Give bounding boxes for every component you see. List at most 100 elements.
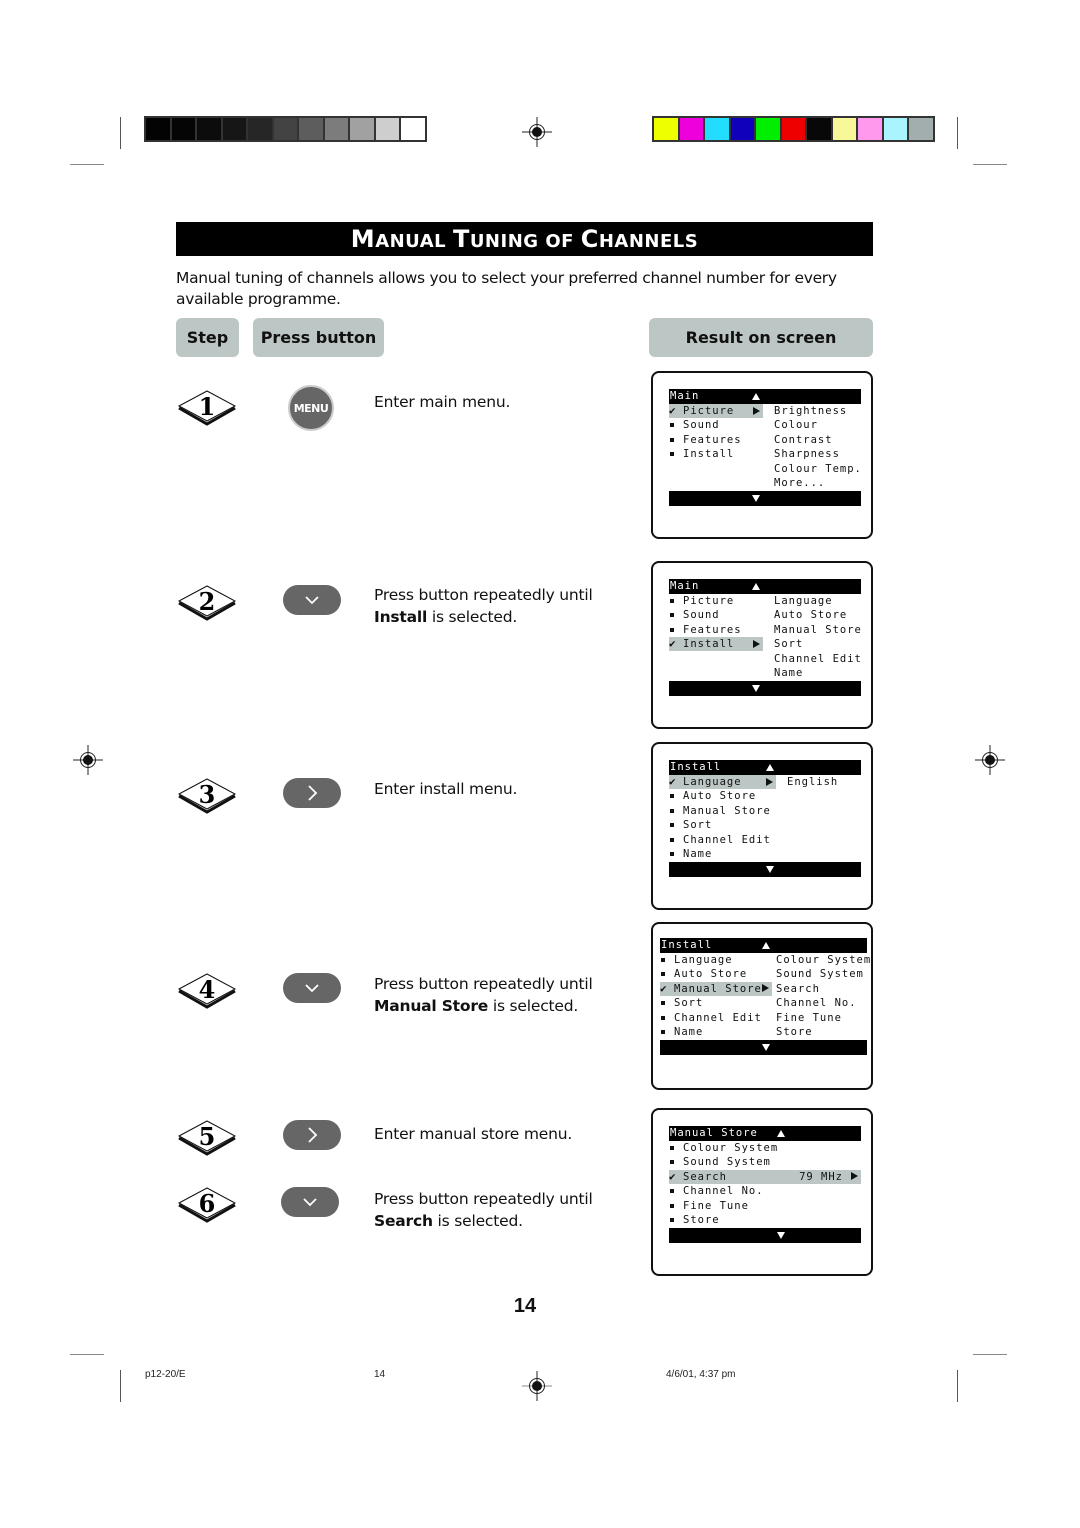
step-number-diamond: 4 [177, 973, 237, 1009]
osd-menu-item-label: Search [683, 1170, 727, 1183]
crop-mark [957, 117, 958, 149]
right-button[interactable] [283, 1120, 341, 1150]
step-instruction-text: Enter main menu. [374, 393, 511, 411]
osd-menu-item: Sound System [669, 1155, 861, 1169]
osd-menu-item-label: Channel No. [683, 1185, 764, 1198]
bullet-icon [670, 613, 674, 618]
osd-menu-item-label: Name [683, 848, 713, 860]
osd-submenu-item: Colour Temp. [774, 462, 862, 475]
down-arrow-icon [303, 1198, 317, 1207]
osd-bottom-bar [669, 681, 861, 697]
osd-submenu-item: Channel No. [776, 997, 857, 1010]
osd-submenu-item: Channel Edit [774, 652, 862, 665]
color-calibration-bar [652, 116, 935, 142]
color-swatch [375, 118, 399, 140]
title-word: OF [545, 231, 574, 252]
bullet-icon [670, 808, 674, 813]
osd-menu-item: Auto Store [669, 789, 776, 803]
bullet-icon [670, 437, 674, 442]
step-number-diamond: 3 [177, 778, 237, 814]
osd-menu-item: ✔ Language [669, 775, 776, 789]
color-swatch [807, 118, 831, 140]
down-button[interactable] [281, 1187, 339, 1217]
osd-title: Main [670, 390, 700, 402]
osd-title-bar: Install [669, 760, 861, 775]
bullet-icon [661, 1015, 665, 1020]
color-swatch [909, 118, 933, 140]
osd-title: Install [661, 939, 713, 951]
osd-bottom-bar [669, 491, 861, 507]
osd-menu-item: ✔ Install [669, 637, 763, 652]
color-swatch [299, 118, 323, 140]
checkmark-icon: ✔ [669, 637, 677, 651]
osd-title: Manual Store [670, 1127, 758, 1139]
bullet-icon [670, 1189, 674, 1194]
osd-submenu-item: Colour [774, 419, 818, 432]
bullet-icon [661, 1030, 665, 1034]
registration-mark-icon [975, 745, 1005, 775]
osd-menu-item: ✔ Search 79 MHz [669, 1169, 861, 1184]
osd-menu-item: Sort [669, 818, 776, 832]
checkmark-icon: ✔ [669, 404, 677, 417]
step-instruction: Press button repeatedly until Manual Stor… [374, 973, 593, 1017]
right-button[interactable] [283, 778, 341, 808]
osd-submenu-item: Sort [774, 638, 804, 651]
registration-mark-icon [522, 1371, 552, 1401]
osd-menu-item: Language [660, 953, 772, 967]
down-button[interactable] [283, 585, 341, 615]
down-button[interactable] [283, 973, 341, 1003]
scroll-up-icon [752, 393, 760, 400]
scroll-up-icon [762, 942, 770, 949]
osd-menu-item: Fine Tune [669, 1199, 861, 1213]
osd-menu-item-label: Install [683, 638, 735, 651]
tv-screen-preview: Main ✔ Picture Sound Features Install Brightne… [651, 371, 873, 539]
submenu-arrow-icon [753, 639, 760, 648]
color-swatch [705, 118, 729, 140]
osd-value: 79 MHz [799, 1170, 843, 1183]
step-number: 4 [199, 975, 216, 1004]
checkmark-icon: ✔ [669, 1169, 677, 1183]
osd-menu-item: Name [660, 1025, 772, 1039]
osd-submenu-item: Auto Store [774, 609, 848, 622]
osd-menu-item: Sort [660, 996, 772, 1010]
submenu-arrow-icon [851, 1172, 858, 1181]
color-swatch [654, 118, 678, 140]
osd-menu-item-label: Sound [683, 609, 720, 622]
color-swatch [171, 118, 195, 140]
step-instruction: Press button repeatedly until Search is s… [374, 1188, 593, 1232]
osd-submenu-item: Brightness [774, 405, 848, 417]
bullet-icon [670, 1146, 674, 1150]
bullet-icon [670, 1218, 674, 1222]
page-title: MANUAL TUNING OF CHANNELS [351, 225, 698, 253]
osd-submenu-item: Contrast [774, 433, 833, 446]
osd-menu-item-label: Manual Store [674, 982, 762, 995]
bullet-icon [670, 1203, 674, 1208]
osd-menu-item-label: Picture [683, 595, 735, 607]
tv-screen-preview: Install ✔ Language Auto Store Manual Store So… [651, 742, 873, 910]
tv-screen-preview: Install Language Auto Store ✔ Manual Store So… [651, 922, 873, 1090]
menu-button[interactable]: MENU [288, 385, 334, 431]
scroll-down-icon [777, 1232, 785, 1240]
bullet-icon [670, 423, 674, 428]
step-instruction: Enter manual store menu. [374, 1123, 572, 1145]
crop-mark [973, 164, 1007, 165]
footer-left: p12-20/E [145, 1369, 186, 1380]
step-instruction-bold: Manual Store [374, 997, 489, 1015]
osd-menu-item-label: Auto Store [683, 790, 757, 803]
submenu-arrow-icon [762, 984, 769, 993]
title-capital: M [350, 225, 376, 253]
crop-mark [70, 164, 104, 165]
color-swatch [273, 118, 297, 140]
osd-title-bar: Main [669, 579, 861, 594]
color-swatch [350, 118, 374, 140]
osd-menu-item: Store [669, 1213, 861, 1227]
intro-paragraph: Manual tuning of channels allows you to … [176, 269, 837, 308]
bullet-icon [661, 958, 665, 962]
osd-submenu-item: Colour System [776, 954, 872, 966]
footer-right: 4/6/01, 4:37 pm [666, 1369, 736, 1380]
color-swatch [756, 118, 780, 140]
osd-menu-item: Channel No. [669, 1184, 861, 1198]
osd-submenu-item: Search [776, 982, 820, 995]
bullet-icon [661, 972, 665, 977]
submenu-arrow-icon [766, 777, 773, 786]
